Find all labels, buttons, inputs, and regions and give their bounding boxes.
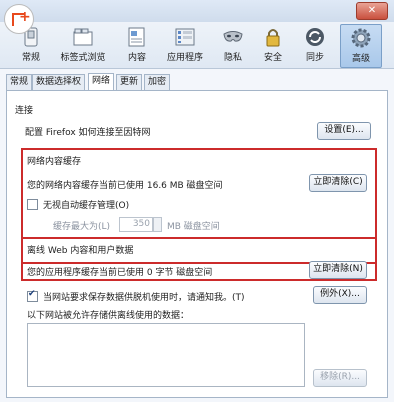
toolbar-label: 标签式浏览 — [60, 53, 106, 63]
toolbar-applications[interactable]: 应用程序 — [164, 24, 206, 66]
cache-usage-desc: 您的网络内容缓存当前已使用 16.6 MB 磁盘空间 — [27, 181, 223, 191]
toolbar-label: 常规 — [21, 53, 40, 63]
override-cache-checkbox[interactable] — [27, 199, 38, 210]
gear-icon — [351, 28, 371, 48]
connection-desc: 配置 Firefox 如何连接至因特网 — [25, 128, 151, 138]
toolbar-sync[interactable]: 同步 — [302, 24, 328, 66]
clear-offline-button[interactable]: 立即清除(N) — [309, 261, 367, 279]
tab-data-choices[interactable]: 数据选择权 — [32, 74, 86, 90]
tab-update[interactable]: 更新 — [116, 74, 143, 90]
toolbar-advanced[interactable]: 高级 — [340, 24, 382, 68]
network-panel: 连接 配置 Firefox 如何连接至因特网 设置(E)... 网络内容缓存 您… — [6, 90, 388, 398]
connection-settings-button[interactable]: 设置(E)... — [317, 122, 371, 140]
connection-title: 连接 — [15, 106, 34, 116]
options-toolbar: 常规 标签式浏览 内容 应用程序 隐私 安全 同步 高级 — [0, 22, 394, 69]
toolbar-label: 同步 — [305, 53, 324, 63]
tab-encryption[interactable]: 加密 — [144, 74, 171, 90]
offline-usage-desc: 您的应用程序缓存当前已使用 0 字节 磁盘空间 — [27, 268, 213, 278]
cache-limit-stepper[interactable] — [153, 217, 162, 232]
toolbar-content[interactable]: 内容 — [124, 24, 150, 66]
lock-icon — [266, 29, 280, 47]
toolbar-security[interactable]: 安全 — [260, 24, 286, 66]
toolbar-label: 高级 — [351, 54, 370, 64]
toolbar-privacy[interactable]: 隐私 — [220, 24, 246, 66]
cache-limit-label: 缓存最大为(L) — [53, 222, 111, 232]
toolbar-label: 应用程序 — [166, 53, 203, 63]
tabs-icon — [73, 28, 93, 46]
options-window: ✕ 常规 标签式浏览 内容 应用程序 隐私 安全 同步 高级 + 常规 数据选择… — [0, 0, 394, 402]
cache-title: 网络内容缓存 — [27, 157, 82, 167]
offline-sites-label: 以下网站被允许存储供离线使用的数据： — [27, 311, 190, 321]
privacy-mask-icon — [223, 31, 243, 42]
notify-offline-label: 当网站要求保存数据供脱机使用时，请通知我。(T) — [43, 293, 245, 303]
exceptions-button[interactable]: 例外(X)... — [313, 286, 367, 304]
app-logo: + — [4, 4, 34, 34]
toolbar-label: 内容 — [127, 53, 146, 63]
close-button[interactable]: ✕ — [356, 2, 388, 20]
applications-icon — [175, 28, 195, 46]
offline-sites-list[interactable] — [27, 323, 305, 387]
offline-title: 离线 Web 内容和用户数据 — [27, 246, 134, 256]
cache-limit-unit: MB 磁盘空间 — [167, 222, 220, 232]
clear-cache-button[interactable]: 立即清除(C) — [309, 174, 367, 192]
notify-offline-checkbox[interactable] — [27, 289, 38, 302]
sync-icon — [306, 28, 324, 46]
toolbar-tabs[interactable]: 标签式浏览 — [56, 24, 110, 66]
toolbar-label: 隐私 — [223, 53, 242, 63]
tab-network[interactable]: 网络 — [88, 73, 115, 90]
cache-limit-field[interactable]: 350 — [119, 217, 153, 232]
close-icon: ✕ — [367, 5, 377, 16]
content-page-icon — [128, 27, 145, 47]
toolbar-label: 安全 — [263, 53, 282, 63]
remove-button[interactable]: 移除(R)... — [313, 369, 367, 387]
title-bar: ✕ — [0, 0, 394, 23]
override-cache-label: 无视自动缓存管理(O) — [43, 201, 130, 211]
tab-general[interactable]: 常规 — [6, 74, 33, 90]
